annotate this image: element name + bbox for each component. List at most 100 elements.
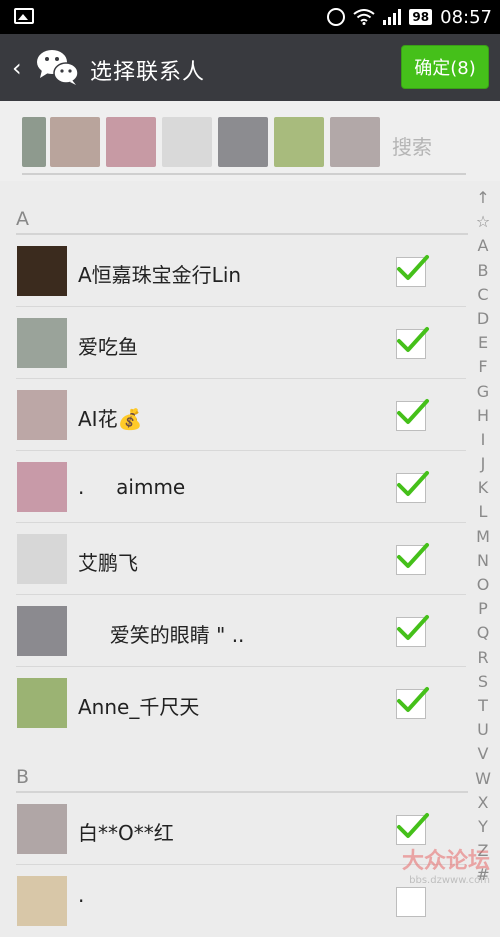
select-checkbox[interactable]: [396, 255, 429, 287]
contact-row[interactable]: A恒嘉珠宝金行Lin: [0, 235, 470, 307]
index-letter[interactable]: T: [472, 694, 494, 718]
checkmark-icon: [397, 813, 429, 838]
contact-name: . aimme: [78, 475, 186, 499]
index-letter[interactable]: ↑: [472, 186, 494, 210]
selected-contacts-bar: 搜索: [0, 101, 500, 181]
index-letter[interactable]: ☆: [472, 210, 494, 234]
index-letter[interactable]: X: [472, 791, 494, 815]
status-bar: 98 08:57: [0, 0, 500, 34]
contact-name: Anne_千尺天: [78, 695, 200, 719]
index-letter[interactable]: B: [472, 259, 494, 283]
index-letter[interactable]: Y: [472, 815, 494, 839]
checkmark-icon: [397, 543, 429, 568]
selected-avatars-strip: 搜索: [22, 117, 466, 175]
contact-row[interactable]: Anne_千尺天: [0, 667, 470, 739]
index-letter[interactable]: R: [472, 646, 494, 670]
checkmark-icon: [397, 327, 429, 352]
index-letter[interactable]: J: [472, 452, 494, 476]
watermark-text: 大众论坛: [401, 849, 490, 874]
page-title: 选择联系人: [90, 60, 206, 85]
select-checkbox[interactable]: [396, 543, 429, 575]
section-header: B: [0, 739, 470, 793]
contact-row[interactable]: 爱吃鱼: [0, 307, 470, 379]
alarm-icon: [327, 8, 346, 26]
index-letter[interactable]: F: [472, 355, 494, 379]
avatar: [17, 606, 67, 656]
index-letter[interactable]: G: [472, 380, 494, 404]
contact-name: 爱吃鱼: [78, 335, 138, 359]
contact-name: A恒嘉珠宝金行Lin: [78, 263, 242, 287]
index-letter[interactable]: L: [472, 500, 494, 524]
clock: 08:57: [440, 6, 492, 28]
contact-row[interactable]: ·: [0, 865, 470, 937]
index-letter[interactable]: K: [472, 476, 494, 500]
index-letter[interactable]: C: [472, 283, 494, 307]
title-bar: ‹ 选择联系人 确定(8): [0, 34, 500, 101]
index-letter[interactable]: N: [472, 549, 494, 573]
index-letter[interactable]: H: [472, 404, 494, 428]
alphabet-index[interactable]: ↑ ☆ A B C D E F G H I J K L M N O P Q R S T U V W X Y Z #: [472, 186, 494, 887]
contact-row[interactable]: 艾鹏飞: [0, 523, 470, 595]
index-letter[interactable]: P: [472, 597, 494, 621]
selected-avatar[interactable]: [274, 117, 324, 167]
contact-row[interactable]: 爱笑的眼睛 " ..: [0, 595, 470, 667]
select-checkbox[interactable]: [396, 399, 429, 431]
avatar: [17, 390, 67, 440]
avatar: [17, 876, 67, 926]
search-input[interactable]: 搜索: [392, 131, 432, 160]
contact-row[interactable]: 白**O**红: [0, 793, 470, 865]
back-arrow-icon[interactable]: ‹: [12, 54, 22, 82]
contact-name: 白**O**红: [78, 821, 174, 845]
contact-row[interactable]: . aimme: [0, 451, 470, 523]
contact-name: 艾鹏飞: [78, 551, 138, 575]
contact-row[interactable]: AI花💰: [0, 379, 470, 451]
contact-name: AI花💰: [78, 407, 143, 431]
index-letter[interactable]: Q: [472, 621, 494, 645]
checkmark-icon: [397, 399, 429, 424]
index-letter[interactable]: S: [472, 670, 494, 694]
index-letter[interactable]: I: [472, 428, 494, 452]
checkmark-icon: [397, 687, 429, 712]
index-letter[interactable]: M: [472, 525, 494, 549]
index-letter[interactable]: O: [472, 573, 494, 597]
select-checkbox[interactable]: [396, 887, 426, 917]
section-letter: A: [16, 208, 29, 230]
selected-avatar[interactable]: [106, 117, 156, 167]
select-checkbox[interactable]: [396, 327, 429, 359]
select-checkbox[interactable]: [396, 687, 429, 719]
selected-avatar[interactable]: [330, 117, 380, 167]
signal-icon: [383, 9, 402, 25]
contact-list: A A恒嘉珠宝金行Lin 爱吃鱼 AI花💰 . aimme 艾鹏飞 爱笑的眼睛 " .. A…: [0, 181, 470, 937]
selected-avatar[interactable]: [50, 117, 100, 167]
selected-avatar[interactable]: [218, 117, 268, 167]
checkmark-icon: [397, 255, 429, 280]
avatar: [17, 462, 67, 512]
select-checkbox[interactable]: [396, 615, 429, 647]
selected-avatar[interactable]: [22, 117, 46, 167]
section-header: A: [0, 181, 470, 235]
index-letter[interactable]: A: [472, 234, 494, 258]
selected-avatar[interactable]: [162, 117, 212, 167]
wifi-icon: [353, 9, 376, 25]
index-letter[interactable]: V: [472, 742, 494, 766]
watermark-logo: 大众论坛 bbs.dzwww.com: [402, 843, 490, 886]
avatar: [17, 804, 67, 854]
avatar: [17, 678, 67, 728]
battery-indicator: 98: [409, 9, 433, 25]
select-checkbox[interactable]: [396, 471, 429, 503]
index-letter[interactable]: E: [472, 331, 494, 355]
confirm-button[interactable]: 确定(8): [401, 45, 489, 89]
index-letter[interactable]: U: [472, 718, 494, 742]
avatar: [17, 534, 67, 584]
section-letter: B: [16, 766, 30, 788]
select-checkbox[interactable]: [396, 813, 429, 845]
avatar: [17, 246, 67, 296]
contact-name: 爱笑的眼睛 " ..: [78, 623, 245, 647]
contact-name: ·: [78, 889, 85, 913]
checkmark-icon: [397, 615, 429, 640]
wechat-icon: [37, 50, 79, 85]
avatar: [17, 318, 67, 368]
index-letter[interactable]: D: [472, 307, 494, 331]
index-letter[interactable]: W: [472, 767, 494, 791]
checkmark-icon: [397, 471, 429, 496]
